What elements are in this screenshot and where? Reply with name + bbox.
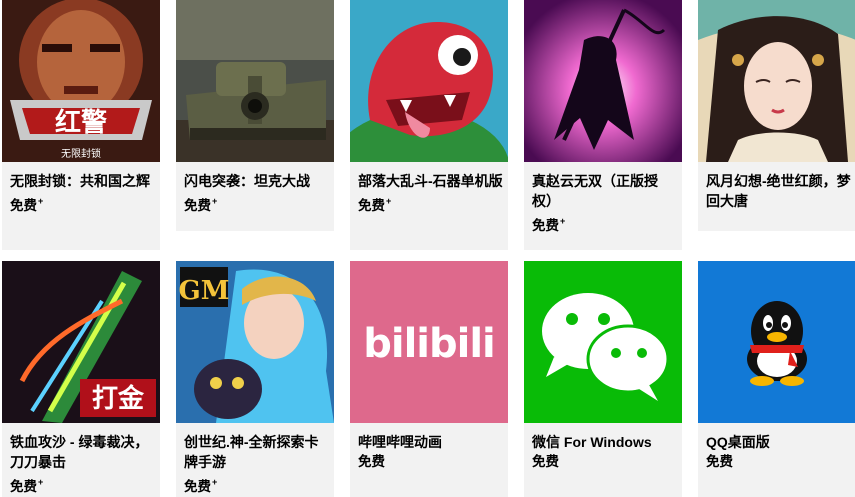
app-card-chuangshiji-shen[interactable]: GM 创世纪.神-全新探索卡牌手游 免费+: [176, 261, 334, 497]
app-title: QQ桌面版: [706, 434, 770, 450]
plus-badge: +: [38, 477, 44, 487]
app-tile-image: [350, 0, 508, 162]
tile-logo-text: GM: [179, 276, 230, 306]
app-tile-image: GM: [176, 261, 334, 423]
app-card-shandian-tuxi[interactable]: 闪电突袭：坦克大战 免费+: [176, 0, 334, 231]
app-card-wechat[interactable]: 微信 For Windows 免费: [524, 261, 682, 497]
app-card-zhen-zhaoyun[interactable]: 真赵云无双（正版授权） 免费+: [524, 0, 682, 250]
plus-badge: +: [38, 196, 44, 206]
price-label: 免费: [706, 454, 733, 469]
app-tile-image: [698, 261, 855, 423]
app-tile-image: [524, 261, 682, 423]
app-title: 闪电突袭：坦克大战: [184, 173, 310, 189]
price-label: 免费+: [184, 477, 218, 494]
price-label: 免费+: [358, 196, 392, 213]
tile-logo-subtext: 无限封锁: [61, 147, 101, 160]
app-tile-image: [176, 0, 334, 162]
plus-badge: +: [386, 196, 392, 206]
price-label: 免费: [358, 454, 385, 469]
app-tile-image: 红警 无限封锁: [2, 0, 160, 162]
app-title: 部落大乱斗-石器单机版: [358, 173, 503, 189]
price-label: 免费+: [184, 196, 218, 213]
app-card-qq[interactable]: QQ桌面版 免费: [698, 261, 855, 497]
app-card-fengyue-huanxiang[interactable]: 风月幻想-绝世红颜，梦回大唐: [698, 0, 855, 231]
app-card-tiexue-gongsha[interactable]: 打金 铁血攻沙 - 绿毒裁决，刀刀暴击 免费+: [2, 261, 160, 497]
app-title: 真赵云无双（正版授权）: [532, 173, 658, 209]
app-tile-image: [524, 0, 682, 162]
qq-penguin-icon: [747, 301, 807, 386]
bilibili-logo: bilibili: [363, 321, 495, 367]
tile-logo-text: 红警: [55, 107, 107, 138]
app-tile-image: bilibili: [350, 261, 508, 423]
app-title: 哔哩哔哩动画: [358, 434, 442, 450]
price-label: 免费: [532, 454, 559, 469]
app-title: 风月幻想-绝世红颜，梦回大唐: [706, 173, 851, 209]
app-tile-image: 打金: [2, 261, 160, 423]
app-title: 微信 For Windows: [532, 434, 652, 450]
app-title: 创世纪.神-全新探索卡牌手游: [184, 434, 319, 470]
plus-badge: +: [560, 216, 566, 226]
price-label: 免费+: [10, 477, 44, 494]
app-card-bilibili[interactable]: bilibili 哔哩哔哩动画 免费: [350, 261, 508, 497]
app-tile-image: [698, 0, 855, 162]
app-card-buluo-daluandou[interactable]: 部落大乱斗-石器单机版 免费+: [350, 0, 508, 250]
app-title: 无限封锁：共和国之辉: [10, 173, 150, 189]
plus-badge: +: [212, 477, 218, 487]
plus-badge: +: [212, 196, 218, 206]
price-label: 免费+: [10, 196, 44, 213]
price-label: 免费+: [532, 216, 566, 233]
tile-logo-text: 打金: [92, 383, 145, 414]
app-card-wuxian-fengsuo[interactable]: 红警 无限封锁 无限封锁：共和国之辉 免费+: [2, 0, 160, 250]
app-title: 铁血攻沙 - 绿毒裁决，刀刀暴击: [10, 434, 149, 470]
